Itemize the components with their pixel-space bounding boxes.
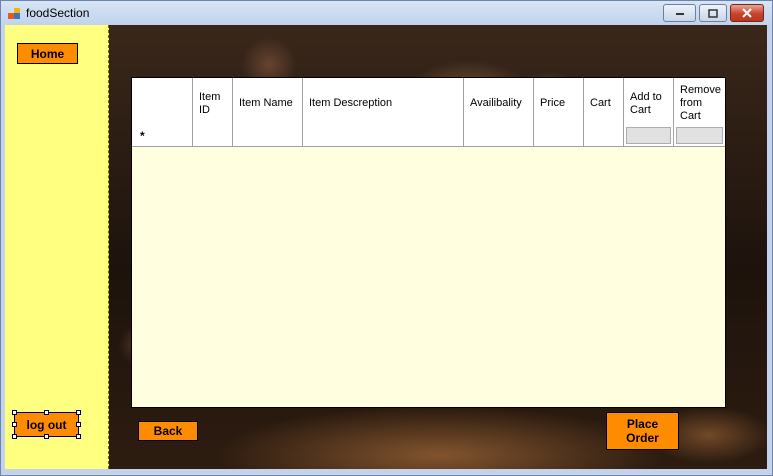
new-row-marker: * <box>140 129 145 143</box>
home-button[interactable]: Home <box>17 43 78 64</box>
column-header-item-id[interactable]: Item ID <box>193 78 233 125</box>
close-button[interactable] <box>730 4 764 22</box>
row-header-column <box>132 78 193 125</box>
resize-handle[interactable] <box>76 410 81 415</box>
column-header-item-name[interactable]: Item Name <box>233 78 303 125</box>
minimize-button[interactable] <box>663 4 696 22</box>
resize-handle[interactable] <box>76 434 81 439</box>
column-header-availability[interactable]: Availibality <box>464 78 534 125</box>
window-title: foodSection <box>26 6 90 20</box>
cell-item-name[interactable] <box>233 125 303 146</box>
sidebar-panel: Home log out <box>5 25 109 469</box>
resize-handle[interactable] <box>76 422 81 427</box>
place-order-button[interactable]: Place Order <box>606 412 679 450</box>
app-window: foodSection Home log out Item ID Item Na… <box>0 0 773 476</box>
back-button[interactable]: Back <box>138 421 198 441</box>
cell-availability[interactable] <box>464 125 534 146</box>
grid-header-row: Item ID Item Name Item Descreption Avail… <box>132 78 725 126</box>
resize-handle[interactable] <box>12 422 17 427</box>
resize-handle[interactable] <box>44 410 49 415</box>
maximize-button[interactable] <box>699 4 727 22</box>
column-header-cart[interactable]: Cart <box>584 78 624 125</box>
row-header-cell[interactable]: * <box>132 125 193 146</box>
cell-item-description[interactable] <box>303 125 464 146</box>
column-header-price[interactable]: Price <box>534 78 584 125</box>
cell-remove-from-cart[interactable] <box>674 125 725 146</box>
resize-handle[interactable] <box>12 410 17 415</box>
cell-item-id[interactable] <box>193 125 233 146</box>
cell-add-to-cart[interactable] <box>624 125 674 146</box>
place-order-label-line1: Place <box>626 417 659 431</box>
add-to-cart-button[interactable] <box>626 127 671 144</box>
place-order-label-line2: Order <box>626 431 659 445</box>
maximize-icon <box>708 8 718 18</box>
remove-from-cart-button[interactable] <box>676 127 723 144</box>
close-icon <box>742 8 752 18</box>
cell-price[interactable] <box>534 125 584 146</box>
resize-handle[interactable] <box>12 434 17 439</box>
title-bar: foodSection <box>1 1 772 25</box>
new-row[interactable]: * <box>132 125 725 147</box>
column-header-item-description[interactable]: Item Descreption <box>303 78 464 125</box>
cell-cart[interactable] <box>584 125 624 146</box>
items-data-grid[interactable]: Item ID Item Name Item Descreption Avail… <box>131 77 726 408</box>
form-client-area: Home log out Item ID Item Name Item Desc… <box>5 25 767 469</box>
resize-handle[interactable] <box>44 434 49 439</box>
app-icon <box>8 8 20 19</box>
column-header-add-to-cart[interactable]: Add to Cart <box>624 78 674 125</box>
column-header-remove-from-cart[interactable]: Remove from Cart <box>674 78 725 125</box>
minimize-icon <box>675 13 684 15</box>
